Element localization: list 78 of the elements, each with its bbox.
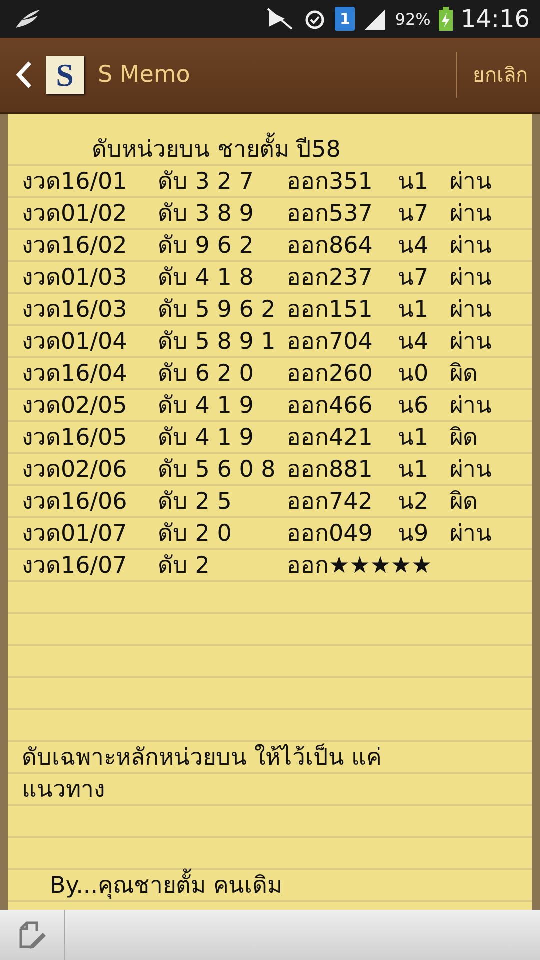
notification-badge: 1 [335, 7, 356, 31]
predicted-digits: ดับ 3 8 9 [158, 200, 255, 229]
predicted-digits: ดับ 2 5 [158, 488, 233, 517]
verdict: ผ่าน [450, 232, 493, 261]
clock: 14:16 [460, 5, 530, 33]
app-title: S Memo [98, 62, 192, 88]
draw-date: งวด16/03 [22, 296, 128, 325]
predicted-digits: ดับ 4 1 9 [158, 424, 255, 453]
draw-date: งวด16/07 [22, 552, 128, 581]
battery-percent: 92% [395, 10, 431, 28]
draw-date: งวด16/02 [22, 232, 128, 261]
cancel-button[interactable]: ยกเลิก [456, 52, 540, 98]
draw-date: งวด01/03 [22, 264, 128, 293]
result-number: ออก742 [287, 488, 374, 517]
draw-date: งวด01/07 [22, 520, 128, 549]
result-number: ออก237 [287, 264, 374, 293]
unit-digit: น7 [398, 200, 430, 229]
result-number: ออก260 [287, 360, 374, 389]
feather-icon [14, 8, 42, 30]
result-number: ออก421 [287, 424, 374, 453]
draw-date: งวด02/05 [22, 392, 128, 421]
back-icon[interactable] [16, 61, 32, 89]
unit-digit: น6 [398, 392, 430, 421]
memo-byline: By...คุณชายตั้ม คนเดิม [8, 870, 532, 902]
predicted-digits: ดับ 4 1 9 [158, 392, 255, 421]
predicted-digits: ดับ 9 6 2 [158, 232, 255, 261]
draw-date: งวด16/01 [22, 168, 128, 197]
verdict: ผ่าน [450, 456, 493, 485]
unit-digit: น1 [398, 168, 430, 197]
draw-date: งวด16/04 [22, 360, 128, 389]
draw-date: งวด16/05 [22, 424, 128, 453]
verdict: ผิด [450, 424, 479, 453]
verdict: ผ่าน [450, 328, 493, 357]
unit-digit: น7 [398, 264, 430, 293]
result-number: ออก151 [287, 296, 374, 325]
unit-digit: น1 [398, 424, 430, 453]
predicted-digits: ดับ 5 6 0 8 [158, 456, 277, 485]
signal-icon [363, 8, 388, 30]
draw-date: งวด16/06 [22, 488, 128, 517]
predicted-digits: ดับ 5 9 6 2 [158, 296, 277, 325]
predicted-digits: ดับ 2 [158, 552, 211, 581]
verdict: ผ่าน [450, 200, 493, 229]
unit-digit: น1 [398, 456, 430, 485]
verdict: ผ่าน [450, 296, 493, 325]
memo-title: ดับหน่วยบน ชายตั้ม ปี58 [8, 134, 532, 166]
result-number: ออก881 [287, 456, 374, 485]
verdict: ผิด [450, 488, 479, 517]
predicted-digits: ดับ 2 0 [158, 520, 233, 549]
unit-digit: น4 [398, 328, 430, 357]
verdict: ผ่าน [450, 168, 493, 197]
predicted-digits: ดับ 5 8 9 1 [158, 328, 277, 357]
unit-digit: น0 [398, 360, 430, 389]
app-logo: S [46, 56, 84, 94]
result-number: ออก704 [287, 328, 374, 357]
verdict: ผิด [450, 360, 479, 389]
predicted-digits: ดับ 3 2 7 [158, 168, 255, 197]
edit-icon[interactable] [17, 921, 47, 951]
draw-date: งวด01/04 [22, 328, 128, 357]
verdict: ผ่าน [450, 520, 493, 549]
unit-digit: น4 [398, 232, 430, 261]
mute-icon [265, 7, 296, 31]
draw-date: งวด02/06 [22, 456, 128, 485]
verdict: ผ่าน [450, 392, 493, 421]
unit-digit: น9 [398, 520, 430, 549]
result-number: ออก049 [287, 520, 374, 549]
memo-note: ดับเฉพาะหลักหน่วยบน ให้ไว้เป็น แค่แนวทาง [21, 742, 383, 805]
battery-icon [438, 7, 453, 31]
result-number: ออก864 [287, 232, 374, 261]
result-number: ออก537 [287, 200, 374, 229]
unit-digit: น2 [398, 488, 430, 517]
verdict: ผ่าน [450, 264, 493, 293]
predicted-digits: ดับ 4 1 8 [158, 264, 255, 293]
unit-digit: น1 [398, 296, 430, 325]
predicted-digits: ดับ 6 2 0 [158, 360, 255, 389]
draw-date: งวด01/02 [22, 200, 128, 229]
result-number: ออก351 [287, 168, 374, 197]
result-number: ออก★★★★★ [287, 552, 432, 581]
result-number: ออก466 [287, 392, 374, 421]
